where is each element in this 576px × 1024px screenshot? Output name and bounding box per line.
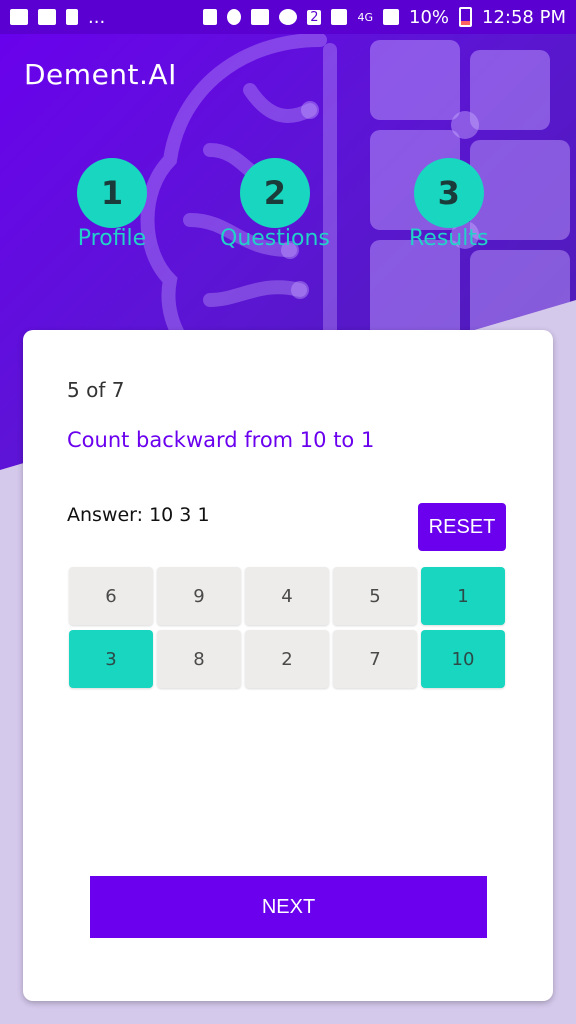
- progress-current: 5: [67, 378, 80, 402]
- step-label: Questions: [220, 226, 330, 251]
- security-icon: [203, 9, 218, 25]
- gallery-icon: [10, 9, 28, 25]
- network-badge: 2: [307, 9, 322, 25]
- progress-total: 7: [111, 378, 125, 402]
- number-key[interactable]: 10: [421, 630, 505, 688]
- location-icon: [227, 9, 242, 25]
- number-key[interactable]: 6: [69, 567, 153, 625]
- battery-icon: [459, 7, 473, 27]
- step-profile[interactable]: 1 Profile: [77, 158, 147, 251]
- more-notifications: ...: [88, 6, 106, 28]
- number-keypad: 6 9 4 5 1 3 8 2 7 10: [69, 567, 507, 688]
- number-key[interactable]: 8: [157, 630, 241, 688]
- reset-button[interactable]: RESET: [418, 503, 506, 551]
- app-title: Dement.AI: [24, 58, 177, 91]
- number-key[interactable]: 9: [157, 567, 241, 625]
- question-text: Count backward from 10 to 1: [67, 428, 375, 452]
- message-icon: [38, 9, 56, 25]
- clock: 12:58 PM: [482, 6, 566, 28]
- battery-percent: 10%: [409, 6, 450, 28]
- step-results[interactable]: 3 Results: [409, 158, 488, 251]
- step-label: Profile: [77, 226, 147, 251]
- step-label: Results: [409, 226, 489, 251]
- question-card: 5 of 7 Count backward from 10 to 1 Answe…: [23, 330, 553, 1001]
- alert-icon: [66, 9, 78, 25]
- number-key[interactable]: 4: [245, 567, 329, 625]
- answer-label: Answer:: [67, 504, 144, 526]
- mute-icon: [251, 9, 270, 25]
- step-questions[interactable]: 2 Questions: [220, 158, 330, 251]
- number-key[interactable]: 1: [421, 567, 505, 625]
- step-number: 1: [77, 158, 147, 228]
- answer-display: Answer: 10 3 1: [67, 504, 210, 526]
- step-number: 2: [239, 158, 310, 228]
- number-key[interactable]: 2: [245, 630, 329, 688]
- number-key[interactable]: 3: [69, 630, 153, 688]
- status-bar: ... 2 4G 10% 12:58 PM: [0, 0, 576, 34]
- signal-icon: [331, 9, 348, 25]
- status-left: ...: [10, 7, 105, 28]
- alarm-icon: [279, 9, 298, 25]
- question-progress: 5 of 7: [67, 378, 124, 402]
- step-number: 3: [413, 158, 484, 228]
- next-button[interactable]: NEXT: [90, 876, 487, 938]
- number-key[interactable]: 7: [333, 630, 417, 688]
- signal-2-icon: [383, 9, 399, 25]
- answer-value: 10 3 1: [149, 504, 210, 526]
- progress-of: of: [86, 378, 106, 402]
- status-right: 2 4G 10% 12:58 PM: [203, 7, 566, 28]
- number-key[interactable]: 5: [333, 567, 417, 625]
- network-type: 4G: [357, 10, 373, 24]
